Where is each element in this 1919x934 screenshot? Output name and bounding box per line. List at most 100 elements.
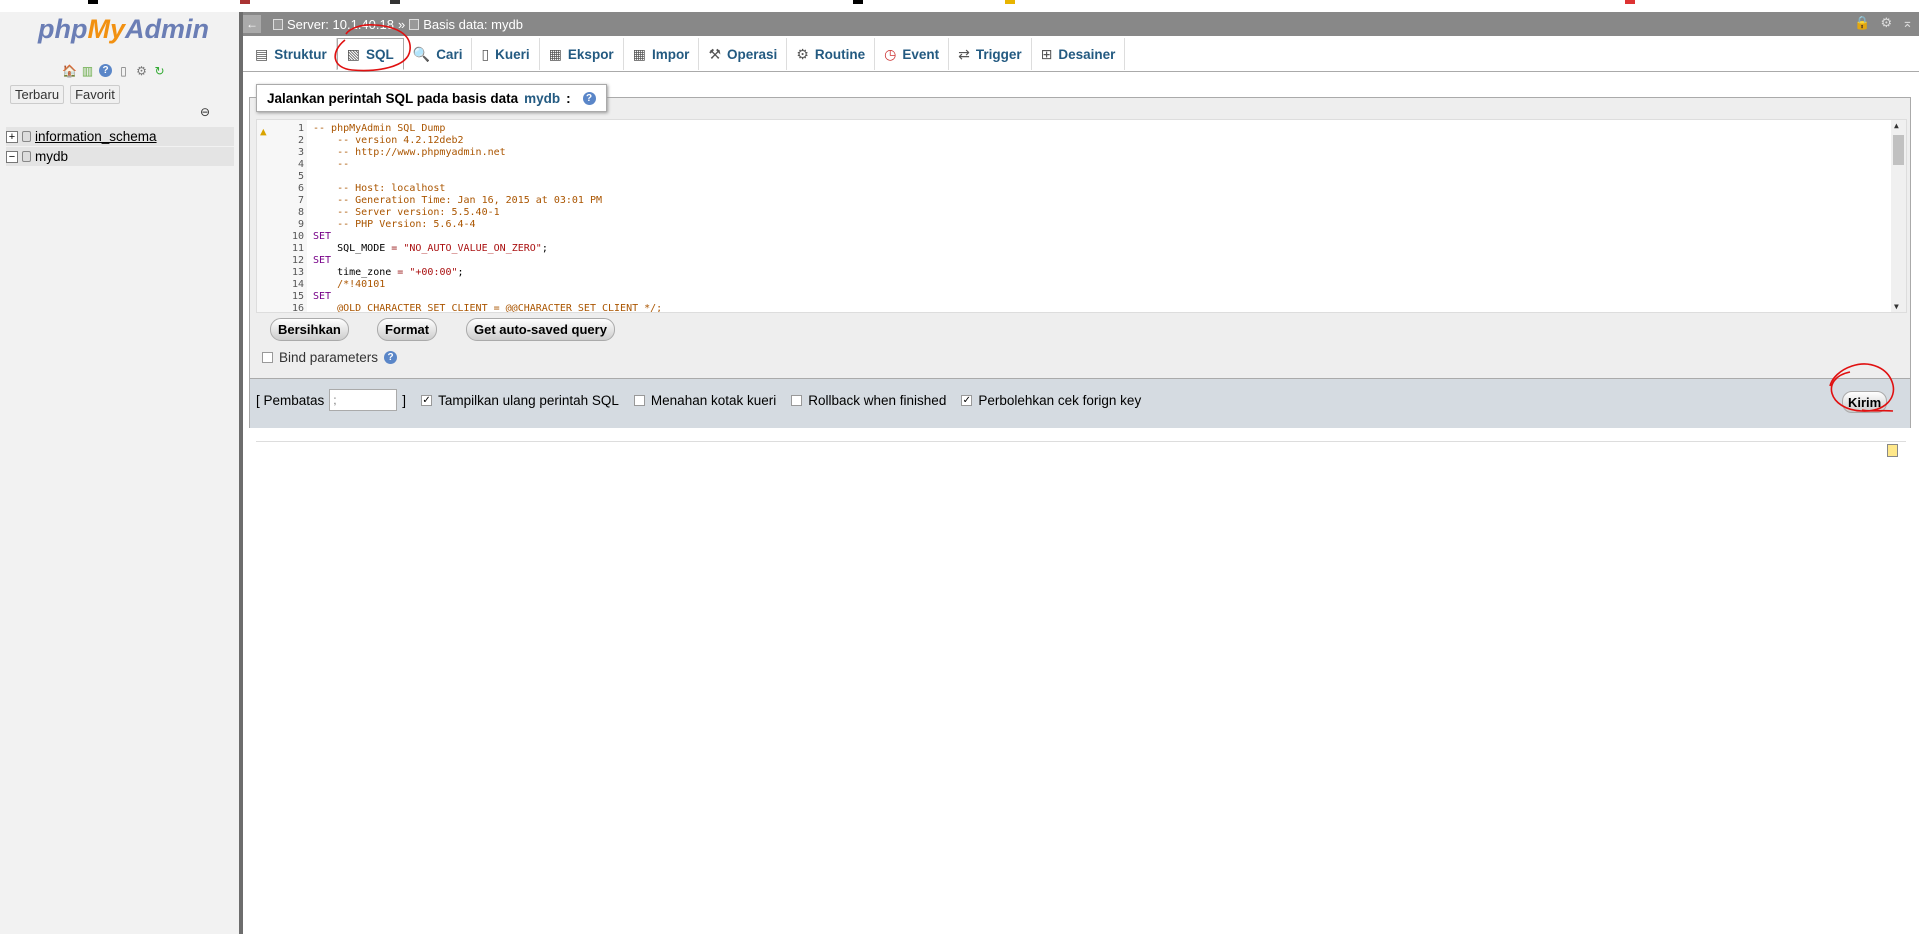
tab-ekspor[interactable]: ▦ Ekspor (540, 38, 624, 70)
breadcrumb-database[interactable]: Basis data: mydb (409, 17, 523, 32)
code-line[interactable]: -- (313, 159, 349, 170)
trigger-icon: ⇄ (958, 45, 970, 62)
tab-operasi[interactable]: ⚒ Operasi (699, 38, 788, 70)
scroll-down-icon[interactable]: ▼ (1894, 302, 1899, 311)
tab-event[interactable]: ◷ Event (875, 38, 950, 70)
sql-editor[interactable]: ▲ 1 2 3 4 5 6 7 8 9 10 11 12 13 14 15 16 -- phpMyAdmin … (256, 119, 1907, 313)
query-options-bar: [ Pembatas ] ✓ Tampilkan ulang perintah … (250, 378, 1910, 428)
lock-icon[interactable]: 🔒 (1854, 15, 1870, 31)
export-icon: ▦ (548, 45, 562, 62)
line-gutter: ▲ 1 2 3 4 5 6 7 8 9 10 11 12 13 14 15 16 (257, 120, 307, 312)
line-number: 8 (297, 207, 304, 218)
show-query-again-option[interactable]: ✓ Tampilkan ulang perintah SQL (421, 393, 619, 408)
rollback-checkbox[interactable] (791, 394, 803, 406)
code-line[interactable]: -- PHP Version: 5.6.4-4 (313, 219, 475, 230)
tab-desainer[interactable]: ⊞ Desainer (1032, 38, 1126, 70)
back-arrow-icon[interactable]: ← (243, 15, 261, 33)
clear-button[interactable]: Bersihkan (270, 318, 349, 341)
foreign-key-check-option[interactable]: ✓ Perbolehkan cek forign key (961, 393, 1141, 408)
foreign-key-check-checkbox[interactable]: ✓ (961, 394, 973, 406)
divider (256, 441, 1906, 442)
link-icon[interactable]: ⊖ (200, 105, 210, 119)
breadcrumb: ← Server: 10.1.40.18 » Basis data: mydb … (243, 12, 1919, 36)
navigation-sidebar: phpMyAdmin 🏠 ▥ ? ▯ ⚙ ↻ Terbaru Favorit ⊖… (0, 12, 240, 934)
breadcrumb-server[interactable]: Server: 10.1.40.18 (273, 17, 394, 32)
code-line[interactable]: time_zone = "+00:00"; (313, 267, 463, 278)
db-name[interactable]: mydb (35, 149, 68, 164)
code-line[interactable]: SQL_MODE = "NO_AUTO_VALUE_ON_ZERO"; (313, 243, 548, 254)
help-icon[interactable]: ? (384, 351, 398, 364)
line-number: 16 (291, 303, 304, 313)
scroll-thumb[interactable] (1893, 135, 1904, 165)
tab-trigger[interactable]: ⇄ Trigger (949, 38, 1032, 70)
scroll-up-icon[interactable]: ▲ (1894, 121, 1899, 130)
tab-impor[interactable]: ▦ Impor (624, 38, 700, 70)
code-line[interactable]: SET (313, 291, 331, 302)
wrench-icon: ⚒ (708, 45, 722, 62)
legend-db-link[interactable]: mydb (524, 91, 560, 106)
sidebar-resizer[interactable] (239, 12, 243, 934)
bind-parameters-option: Bind parameters ? (262, 350, 398, 365)
code-line[interactable]: -- Generation Time: Jan 16, 2015 at 03:0… (313, 195, 602, 206)
format-button[interactable]: Format (377, 318, 438, 341)
code-line[interactable]: SET (313, 255, 331, 266)
server-icon (273, 18, 283, 30)
line-number: 9 (297, 219, 304, 230)
bind-parameters-checkbox[interactable] (262, 352, 273, 363)
database-icon (22, 151, 31, 162)
settings-icon[interactable]: ⚙ (134, 63, 149, 78)
line-number: 10 (291, 231, 304, 242)
line-number: 12 (291, 255, 304, 266)
tab-cari[interactable]: 🔍 Cari (404, 38, 473, 70)
home-icon[interactable]: 🏠 (62, 63, 77, 78)
db-item-mydb[interactable]: − mydb (6, 147, 234, 166)
breadcrumb-tools: 🔒 ⚙ ⌅ (1854, 15, 1913, 31)
collapse-top-icon[interactable]: ⌅ (1902, 15, 1913, 31)
delimiter-label: [ Pembatas (256, 392, 325, 408)
import-icon: ▦ (632, 45, 646, 62)
line-number: 1 (297, 123, 304, 134)
retain-query-box-checkbox[interactable] (633, 394, 645, 406)
docs-icon[interactable]: ▯ (116, 63, 131, 78)
rollback-option[interactable]: Rollback when finished (791, 393, 946, 408)
show-query-again-checkbox[interactable]: ✓ (421, 394, 433, 406)
search-icon: 🔍 (412, 45, 431, 62)
delimiter-input[interactable] (329, 389, 398, 411)
get-autosaved-query-button[interactable]: Get auto-saved query (466, 318, 615, 341)
code-line[interactable]: SET (313, 231, 331, 242)
line-number: 3 (297, 147, 304, 158)
tab-routine[interactable]: ⚙ Routine (787, 38, 876, 70)
phpmyadmin-logo[interactable]: phpMyAdmin (38, 14, 209, 45)
line-number: 11 (291, 243, 304, 254)
gear-icon[interactable]: ⚙ (1880, 15, 1892, 31)
tab-struktur[interactable]: ▤ Struktur (243, 38, 337, 70)
tab-sql[interactable]: ▧ SQL (336, 38, 404, 70)
console-icon[interactable] (1887, 444, 1898, 457)
help-icon[interactable]: ? (582, 91, 596, 105)
help-icon[interactable]: ? (98, 63, 113, 78)
line-number: 15 (291, 291, 304, 302)
tab-kueri[interactable]: ▯ Kueri (472, 38, 540, 70)
quick-links: 🏠 ▥ ? ▯ ⚙ ↻ (62, 63, 167, 78)
exit-icon[interactable]: ▥ (80, 63, 95, 78)
code-line[interactable]: -- version 4.2.12deb2 (313, 135, 463, 146)
recent-button[interactable]: Terbaru (10, 85, 65, 104)
code-line[interactable]: @OLD_CHARACTER_SET_CLIENT = @@CHARACTER_… (313, 303, 662, 312)
editor-scrollbar[interactable]: ▲ ▼ (1891, 120, 1906, 312)
favorite-button[interactable]: Favorit (70, 85, 120, 104)
routine-icon: ⚙ (796, 45, 809, 62)
db-item-information-schema[interactable]: + information_schema (6, 127, 234, 146)
go-button[interactable]: Kirim (1842, 391, 1888, 413)
browser-strip (0, 0, 1919, 12)
code-line[interactable]: -- Server version: 5.5.40-1 (313, 207, 500, 218)
retain-query-box-option[interactable]: Menahan kotak kueri (633, 393, 776, 408)
reload-icon[interactable]: ↻ (152, 63, 167, 78)
expand-icon[interactable]: + (6, 130, 18, 143)
code-line[interactable]: /*!40101 (313, 279, 385, 290)
code-line[interactable]: -- http://www.phpmyadmin.net (313, 147, 506, 158)
collapse-icon[interactable]: − (6, 150, 18, 163)
code-line[interactable]: -- Host: localhost (313, 183, 445, 194)
db-name[interactable]: information_schema (35, 129, 157, 144)
code-line[interactable]: -- phpMyAdmin SQL Dump (313, 123, 445, 134)
top-menu-tabs: ▤ Struktur ▧ SQL 🔍 Cari ▯ Kueri ▦ Ekspor ▦ Imp… (243, 38, 1919, 72)
